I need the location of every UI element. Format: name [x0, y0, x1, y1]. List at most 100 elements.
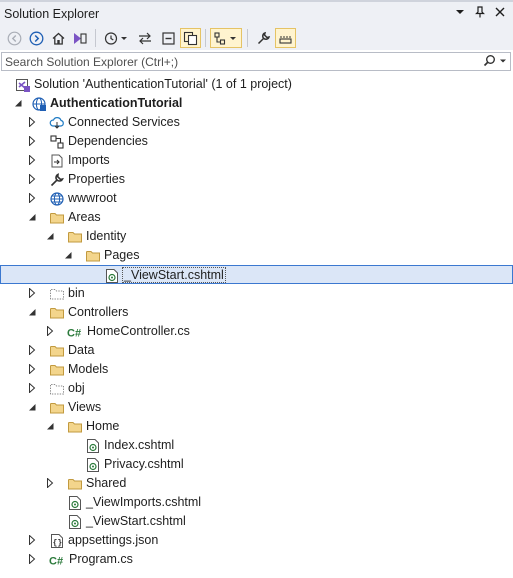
tree-item[interactable]: _ViewStart.cshtml: [0, 512, 513, 531]
tree-item[interactable]: Privacy.cshtml: [0, 455, 513, 474]
tree-hierarchy-icon: [213, 31, 239, 46]
sync-arrows-icon: [137, 31, 153, 46]
tree-item[interactable]: Data: [0, 341, 513, 360]
folder-dotted-icon: [49, 381, 65, 397]
expand-arrow-icon[interactable]: [27, 535, 37, 545]
tree-item[interactable]: Connected Services: [0, 113, 513, 132]
tree-item-label: bin: [68, 286, 85, 300]
svg-text:C#: C#: [67, 328, 81, 340]
expand-arrow-icon[interactable]: [27, 345, 37, 355]
folder-icon: [67, 229, 83, 245]
tree-item-label: Home: [86, 419, 120, 433]
home-button[interactable]: [48, 28, 68, 48]
search-input[interactable]: [5, 53, 475, 70]
tree-item[interactable]: Imports: [0, 151, 513, 170]
expand-arrow-icon[interactable]: [27, 174, 37, 184]
tree-item[interactable]: AuthenticationTutorial: [0, 94, 513, 113]
expand-arrow-icon[interactable]: [27, 193, 37, 203]
window-position-dropdown-icon[interactable]: [455, 7, 465, 17]
expand-arrow-icon[interactable]: [27, 288, 37, 298]
tree-item[interactable]: Shared: [0, 474, 513, 493]
tree-item[interactable]: _ViewStart.cshtml: [0, 265, 513, 284]
toolbar-separator: [95, 29, 96, 47]
search-icon[interactable]: [483, 54, 496, 67]
csharp-file-icon: C#: [67, 324, 83, 340]
collapse-arrow-icon[interactable]: [45, 231, 55, 241]
tree-item[interactable]: Areas: [0, 208, 513, 227]
tree-item[interactable]: wwwroot: [0, 189, 513, 208]
collapse-arrow-icon[interactable]: [27, 212, 37, 222]
properties-button[interactable]: [253, 28, 273, 48]
tree-item-label: Pages: [104, 248, 140, 262]
tree-item[interactable]: Views: [0, 398, 513, 417]
expand-arrow-icon[interactable]: [45, 326, 55, 336]
tree-item[interactable]: Dependencies: [0, 132, 513, 151]
back-button[interactable]: [4, 28, 24, 48]
csharp-file-icon: C#: [49, 552, 65, 568]
folder-icon: [49, 210, 65, 226]
switch-views-button[interactable]: [70, 28, 90, 48]
back-arrow-icon: [7, 31, 22, 46]
show-all-files-button[interactable]: [180, 28, 201, 48]
tree-item[interactable]: Home: [0, 417, 513, 436]
collapse-arrow-icon[interactable]: [63, 250, 73, 260]
web-project-icon: [31, 96, 47, 112]
sync-with-active-document-button[interactable]: [135, 28, 155, 48]
tree-item-label: Solution 'AuthenticationTutorial' (1 of …: [34, 77, 292, 91]
tree-item[interactable]: {} appsettings.json: [0, 531, 513, 550]
toolbar: [0, 26, 513, 50]
properties-icon: [49, 172, 65, 188]
search-box[interactable]: [1, 52, 511, 71]
pending-changes-filter-button[interactable]: [100, 28, 132, 48]
close-icon[interactable]: [495, 7, 505, 17]
wrench-icon: [256, 31, 271, 46]
tree-item[interactable]: _ViewImports.cshtml: [0, 493, 513, 512]
tree-item-label: obj: [68, 381, 85, 395]
tree-item[interactable]: Pages: [0, 246, 513, 265]
tree-item-label: Shared: [86, 476, 127, 490]
expand-arrow-icon[interactable]: [27, 383, 37, 393]
tree-item[interactable]: C# Program.cs: [0, 550, 513, 569]
toolbar-separator: [247, 29, 248, 47]
panel-title: Solution Explorer: [4, 7, 100, 21]
tree-item[interactable]: Controllers: [0, 303, 513, 322]
tree-item[interactable]: Identity: [0, 227, 513, 246]
view-mode-button[interactable]: [210, 28, 242, 48]
collapse-all-button[interactable]: [158, 28, 178, 48]
preview-icon: [278, 31, 293, 46]
forward-button[interactable]: [26, 28, 46, 48]
collapse-arrow-icon[interactable]: [45, 421, 55, 431]
expand-arrow-icon[interactable]: [45, 478, 55, 488]
tree-item-label: AuthenticationTutorial: [50, 96, 183, 110]
json-file-icon: {}: [49, 533, 65, 549]
folder-dotted-icon: [49, 286, 65, 302]
collapse-arrow-icon[interactable]: [13, 98, 23, 108]
tree-item[interactable]: Index.cshtml: [0, 436, 513, 455]
tree-item-label: Properties: [68, 172, 125, 186]
expand-arrow-icon[interactable]: [27, 554, 37, 564]
tree-item[interactable]: obj: [0, 379, 513, 398]
preview-selected-items-button[interactable]: [275, 28, 296, 48]
expand-arrow-icon[interactable]: [27, 117, 37, 127]
search-options-dropdown-icon[interactable]: [499, 57, 507, 65]
pin-icon[interactable]: [475, 6, 485, 18]
tree-item-label: wwwroot: [68, 191, 117, 205]
expand-arrow-icon[interactable]: [27, 364, 37, 374]
razor-file-icon: [104, 268, 120, 284]
tree-item-label: Program.cs: [69, 552, 133, 566]
show-all-files-icon: [183, 31, 198, 46]
tree-item[interactable]: Solution 'AuthenticationTutorial' (1 of …: [0, 75, 513, 94]
expand-arrow-icon[interactable]: [27, 136, 37, 146]
solution-explorer-panel: Solution Explorer Search Solution Explor…: [0, 0, 513, 578]
razor-file-icon: [85, 457, 101, 473]
tree-item[interactable]: Properties: [0, 170, 513, 189]
expand-arrow-icon[interactable]: [27, 155, 37, 165]
tree-item-label: Areas: [68, 210, 101, 224]
tree-item[interactable]: C# HomeController.cs: [0, 322, 513, 341]
svg-text:{}: {}: [53, 539, 63, 548]
collapse-arrow-icon[interactable]: [27, 307, 37, 317]
collapse-all-icon: [161, 31, 176, 46]
tree-item[interactable]: Models: [0, 360, 513, 379]
tree-item[interactable]: bin: [0, 284, 513, 303]
collapse-arrow-icon[interactable]: [27, 402, 37, 412]
